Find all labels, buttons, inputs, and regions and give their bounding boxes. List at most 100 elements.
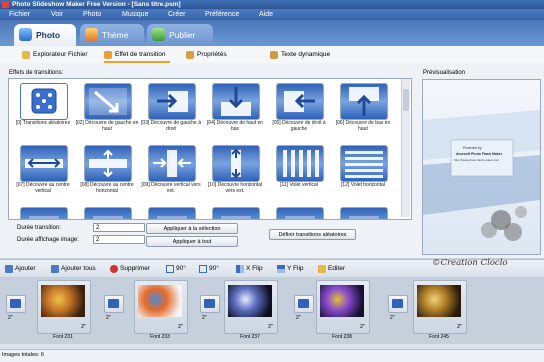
transition-effect-item[interactable]: [0] Transitions aléatoires [11, 81, 75, 141]
transition-effect-item[interactable]: [02] Découvre de gauche en haut [75, 81, 139, 141]
main-tab-band: Photo Thème Publier F [0, 20, 544, 67]
toolbar-label: Ajouter tous [61, 265, 96, 272]
menu-musique[interactable]: Musique [122, 9, 148, 20]
slide-duration: 2" [177, 324, 183, 330]
toolbar-label: Supprimer [120, 265, 150, 272]
effect-caption: [08] Découvre au centre horizontal [80, 182, 134, 194]
define-random-transitions-button[interactable]: Définir transitions aléatoires [269, 229, 356, 240]
tab-theme[interactable]: Thème [80, 24, 144, 46]
timeline-slide[interactable]: 2" [37, 280, 91, 334]
timeline-transition[interactable]: 2" [104, 295, 124, 321]
transition-effect-item[interactable] [11, 205, 75, 219]
partial-icon [84, 207, 132, 219]
arrows-out-horizontal-icon [20, 145, 68, 182]
app-icon [2, 1, 9, 8]
edit-icon [318, 265, 326, 273]
transition-effect-item[interactable] [75, 205, 139, 219]
effect-caption: [12] Volet horizontal [341, 182, 385, 188]
transition-effect-item[interactable] [139, 205, 203, 219]
transition-effect-item[interactable] [203, 205, 267, 219]
transition-effect-item[interactable] [331, 205, 395, 219]
display-duration-label: Durée affichage image: [17, 237, 79, 243]
slide-duration: 2" [456, 324, 462, 330]
partial-icon [212, 207, 260, 219]
palette-icon [85, 28, 98, 41]
menu-preference[interactable]: Préférence [205, 9, 239, 20]
transition-effect-item[interactable] [267, 205, 331, 219]
timeline-slide[interactable]: 2" [134, 280, 188, 334]
apply-selection-button[interactable]: Appliquer à la sélection [146, 223, 238, 234]
scrollbar-thumb[interactable] [403, 89, 409, 111]
effect-caption: [05] Découvre de droit à gauche [272, 120, 326, 132]
subtab-texte-dynamique[interactable]: Texte dynamique [270, 49, 332, 61]
slide-caption: Font 237 [240, 334, 260, 340]
timeline-transition[interactable]: 2" [294, 295, 314, 321]
subtab-proprietes[interactable]: Propriétés [186, 49, 240, 61]
arrow-right-icon [148, 83, 196, 120]
transition-duration: 2" [296, 315, 301, 321]
transition-duration: 2" [106, 315, 111, 321]
transition-effect-item[interactable]: [12] Volet horizontal [331, 143, 395, 203]
rotate-right-icon [199, 265, 207, 273]
menu-creer[interactable]: Créer [168, 9, 186, 20]
dice-icon [20, 83, 68, 120]
tab-photo[interactable]: Photo [14, 24, 76, 46]
transition-duration-input[interactable]: 2 [93, 223, 145, 232]
effect-caption: [09] Découvre vertical vers ext. [141, 182, 201, 194]
apply-all-button[interactable]: Appliquer à tout [146, 236, 238, 247]
menu-aide[interactable]: Aide [259, 9, 273, 20]
transition-icon [10, 299, 21, 308]
effect-caption: [07] Découvre au centre vertical [16, 182, 70, 194]
menu-photo[interactable]: Photo [83, 9, 101, 20]
transition-effect-item[interactable]: [11] Volet vertical [267, 143, 331, 203]
transition-effect-item[interactable]: [03] Découvre de gauche à droit [139, 81, 203, 141]
tab-label: Publier [169, 30, 196, 40]
timeline-slide[interactable]: 2" [224, 280, 278, 334]
subtab-label: Texte dynamique [281, 51, 331, 58]
timeline-slide[interactable]: 2" [413, 280, 467, 334]
arrows-in-horizontal-icon [148, 145, 196, 182]
horizontal-blinds-icon [340, 145, 388, 182]
tab-publier[interactable]: Publier [147, 24, 213, 46]
add-photo-icon [5, 265, 13, 273]
transition-effect-item[interactable]: [08] Découvre au centre horizontal [75, 143, 139, 203]
timeline-transition[interactable]: 2" [6, 295, 26, 321]
subtab-explorateur[interactable]: Explorateur Fichier [22, 49, 92, 61]
menu-voir[interactable]: Voir [51, 9, 63, 20]
sub-tab-bar: Explorateur Fichier Effet de transition … [0, 46, 544, 64]
timeline-transition[interactable]: 2" [200, 295, 220, 321]
preview-panel: Powered by Amesoft Photo Flash Maker htt… [422, 79, 541, 255]
effects-grid: [0] Transitions aléatoires [02] Découvre … [8, 78, 412, 220]
tab-label: Thème [102, 30, 129, 40]
effects-scrollbar[interactable] [401, 79, 410, 217]
slide-thumbnail [138, 285, 182, 317]
publish-icon [152, 28, 165, 41]
subtab-effet-transition[interactable]: Effet de transition [104, 49, 170, 63]
transition-effect-item[interactable]: [04] Découvre de haut en bas [203, 81, 267, 141]
effect-caption: [11] Volet vertical [280, 182, 318, 188]
preview-card-line: Amesoft Photo Flash Maker [456, 152, 503, 156]
menu-fichier[interactable]: Fichier [9, 9, 30, 20]
transition-effect-item[interactable]: [07] Découvre au centre vertical [11, 143, 75, 203]
timeline-transition[interactable]: 2" [388, 295, 408, 321]
slide-thumbnail [320, 285, 364, 317]
flip-y-icon [277, 265, 285, 273]
slide-caption: Font 245 [429, 334, 449, 340]
transition-effect-item[interactable]: [06] Découvre de bas en haut [331, 81, 395, 141]
timeline-slide[interactable]: 2" [316, 280, 370, 334]
arrow-down-right-icon [84, 83, 132, 120]
window-title: Photo Slideshow Maker Free Version - [Sa… [12, 1, 181, 8]
display-duration-input[interactable]: 2 [93, 235, 145, 244]
slide-duration: 2" [359, 324, 365, 330]
transition-effect-item[interactable]: [10] Découvre horizontal vers ext. [203, 143, 267, 203]
toolbar-label: Y Flip [287, 265, 304, 272]
preview-card-line: http://www.photo-flash-maker.com [454, 158, 500, 162]
add-all-icon [51, 265, 59, 273]
transition-effect-item[interactable]: [05] Découvre de droit à gauche [267, 81, 331, 141]
toolbar-label: 90° [209, 265, 219, 272]
effect-caption: [0] Transitions aléatoires [15, 120, 71, 126]
subtab-label: Explorateur Fichier [33, 51, 88, 58]
toolbar-label: 90° [176, 265, 186, 272]
transition-effect-item[interactable]: [09] Découvre vertical vers ext. [139, 143, 203, 203]
toolbar-label: Editer [328, 265, 345, 272]
